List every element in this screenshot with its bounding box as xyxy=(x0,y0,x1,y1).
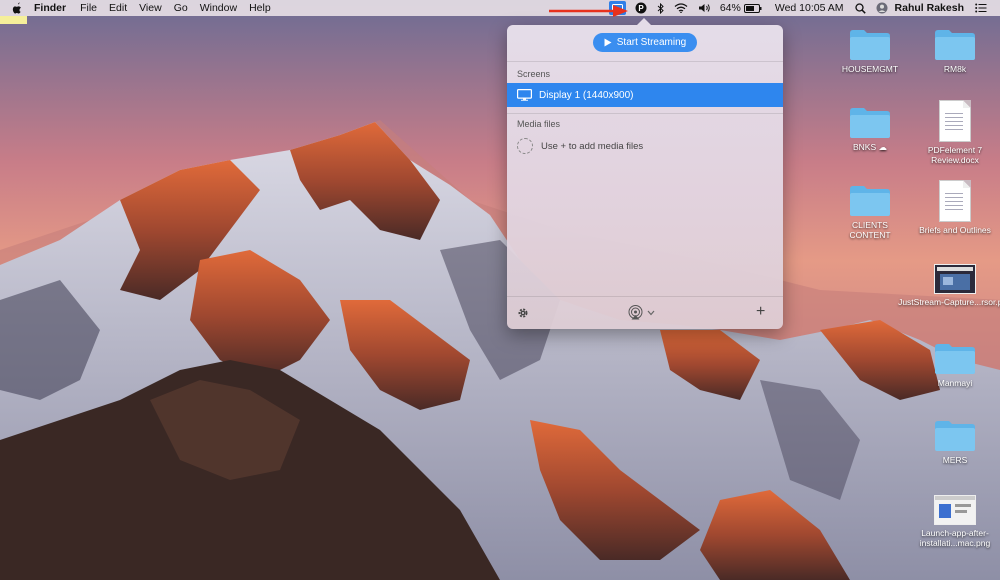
list-icon[interactable] xyxy=(975,0,987,16)
streaming-popover: Start Streaming Screens Display 1 (1440x… xyxy=(507,25,783,329)
chevron-down-icon xyxy=(647,310,655,315)
menu-go[interactable]: Go xyxy=(174,2,196,14)
desktop-item-launch-app-png[interactable]: Launch-app-after-installati...mac.png xyxy=(915,495,995,548)
menu-file[interactable]: File xyxy=(80,2,105,14)
monitor-icon xyxy=(517,89,532,101)
volume-icon[interactable] xyxy=(698,0,711,16)
folder-icon xyxy=(850,30,890,60)
menu-bar: Finder File Edit View Go Window Help P 6… xyxy=(0,0,1000,16)
desktop-item-label: BNKS ☁ xyxy=(852,142,887,152)
desktop-item-label: RM8k xyxy=(943,64,967,74)
menu-help[interactable]: Help xyxy=(249,2,279,14)
desktop-item-mers[interactable]: MERS xyxy=(915,418,995,465)
menu-app-name[interactable]: Finder xyxy=(34,2,74,14)
divider xyxy=(507,113,783,114)
bluetooth-icon[interactable] xyxy=(657,0,664,16)
menu-view[interactable]: View xyxy=(139,2,170,14)
display-1-item[interactable]: Display 1 (1440x900) xyxy=(507,83,783,107)
popover-caret xyxy=(637,18,651,25)
status-area: P 64% Wed 10:05 AM Rahul Rakesh xyxy=(605,0,992,16)
add-icon[interactable]: + xyxy=(756,303,765,321)
divider xyxy=(507,61,783,62)
user-avatar-icon[interactable] xyxy=(876,0,888,16)
folder-icon xyxy=(850,186,890,216)
wifi-icon[interactable] xyxy=(674,0,688,16)
desktop-item-label: HOUSEMGMT xyxy=(841,64,899,74)
desktop-item-label: JustStream-Capture...rsor.png xyxy=(898,297,1000,307)
desktop-item-housemgmt[interactable]: HOUSEMGMT xyxy=(830,27,910,74)
display-1-label: Display 1 (1440x900) xyxy=(539,89,634,101)
desktop-item-briefs-outlines[interactable]: Briefs and Outlines xyxy=(915,180,995,235)
desktop-item-rm8k[interactable]: RM8k xyxy=(915,27,995,74)
battery-icon[interactable] xyxy=(743,0,762,16)
menu-edit[interactable]: Edit xyxy=(109,2,135,14)
search-icon[interactable] xyxy=(854,0,866,16)
airplay-selector[interactable] xyxy=(627,305,655,320)
gear-icon[interactable] xyxy=(517,306,529,324)
start-streaming-button[interactable]: Start Streaming xyxy=(593,33,697,52)
annotation-arrow xyxy=(549,5,628,17)
document-icon xyxy=(939,180,971,222)
popover-footer: + xyxy=(507,297,783,329)
desktop-item-label: Manmayi xyxy=(937,378,973,388)
apple-icon[interactable] xyxy=(8,2,26,14)
desktop-item-manmayi[interactable]: Manmayi xyxy=(915,341,995,388)
desktop-item-pdfelement-review[interactable]: PDFelement 7 Review.docx xyxy=(915,100,995,165)
desktop-item-bnks[interactable]: BNKS ☁ xyxy=(830,105,910,152)
desktop-item-juststream-capture[interactable]: JustStream-Capture...rsor.png xyxy=(898,264,1000,307)
folder-icon xyxy=(935,421,975,451)
menu-window[interactable]: Window xyxy=(200,2,245,14)
media-files-header: Media files xyxy=(517,119,561,129)
image-thumbnail xyxy=(934,495,976,525)
folder-icon xyxy=(935,344,975,374)
desktop-item-clients-content[interactable]: CLIENTS CONTENT xyxy=(830,183,910,240)
svg-text:P: P xyxy=(638,4,644,13)
document-icon xyxy=(939,100,971,142)
p-icon[interactable]: P xyxy=(635,0,647,16)
folder-icon xyxy=(935,30,975,60)
clock[interactable]: Wed 10:05 AM xyxy=(767,2,850,14)
screens-header: Screens xyxy=(517,69,551,79)
desktop-item-label: Briefs and Outlines xyxy=(919,225,991,235)
sticky-note[interactable] xyxy=(0,16,27,24)
airplay-icon xyxy=(628,305,643,320)
desktop-item-label: PDFelement 7 Review.docx xyxy=(927,145,983,165)
play-icon xyxy=(604,38,612,47)
battery-percent: 64% xyxy=(719,2,741,14)
desktop-item-label: CLIENTS CONTENT xyxy=(849,220,891,240)
add-media-label: Use + to add media files xyxy=(541,140,644,152)
desktop-wallpaper xyxy=(0,0,1000,580)
desktop-item-label: MERS xyxy=(942,455,968,465)
desktop-item-label: Launch-app-after-installati...mac.png xyxy=(919,528,991,548)
dashed-circle-icon xyxy=(517,138,533,154)
user-name[interactable]: Rahul Rakesh xyxy=(893,2,970,14)
folder-icon xyxy=(850,108,890,138)
start-streaming-label: Start Streaming xyxy=(616,37,687,48)
add-media-placeholder: Use + to add media files xyxy=(507,136,783,156)
image-thumbnail xyxy=(934,264,976,294)
